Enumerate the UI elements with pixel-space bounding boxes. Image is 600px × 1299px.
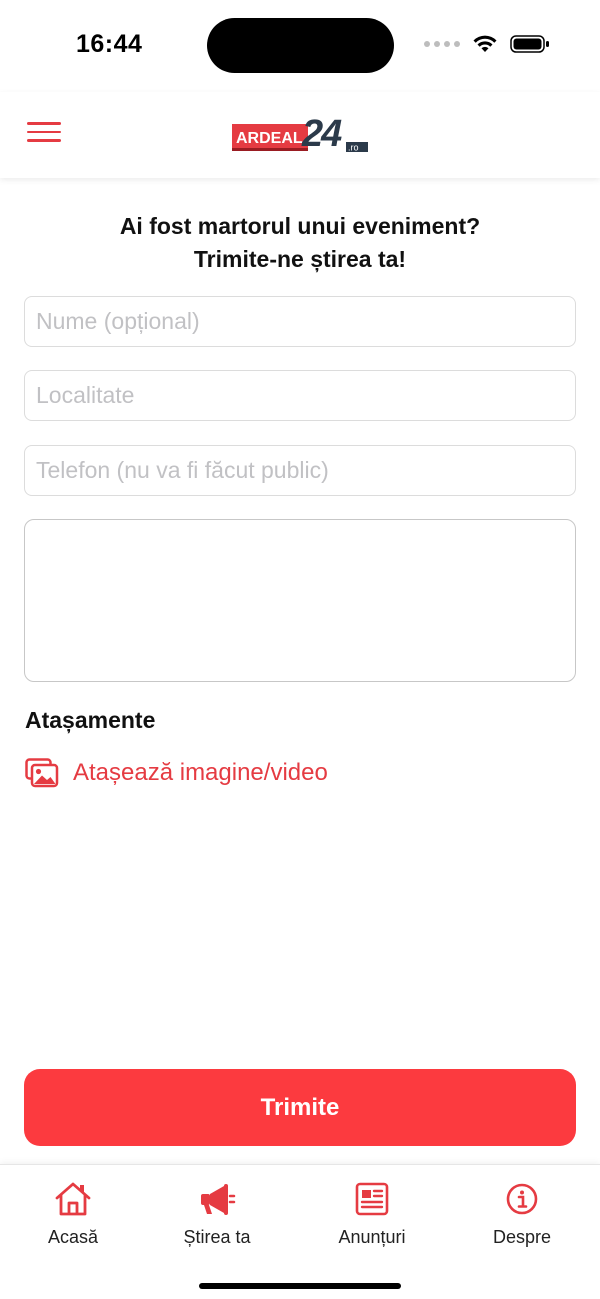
form-title: Ai fost martorul unui eveniment? Trimite… xyxy=(0,210,600,276)
status-icons xyxy=(424,34,550,54)
form-title-line2: Trimite-ne știrea ta! xyxy=(193,246,407,272)
tab-despre[interactable]: Despre xyxy=(447,1179,597,1248)
megaphone-icon xyxy=(197,1179,237,1219)
phone-input[interactable] xyxy=(24,445,576,496)
name-input[interactable] xyxy=(24,296,576,347)
logo-brand-text: ARDEAL xyxy=(236,130,303,147)
info-icon xyxy=(502,1179,542,1219)
tab-acasa[interactable]: Acasă xyxy=(0,1179,148,1248)
attach-media-label: Atașează imagine/video xyxy=(73,759,328,786)
home-icon xyxy=(53,1179,93,1219)
attachments-heading: Atașamente xyxy=(25,707,156,733)
newspaper-icon xyxy=(352,1179,392,1219)
form-title-line1: Ai fost martorul unui eveniment? xyxy=(119,213,481,239)
tab-acasa-label: Acasă xyxy=(47,1227,99,1247)
wifi-icon xyxy=(473,35,497,52)
tab-anunturi-label: Anunțuri xyxy=(338,1227,406,1247)
tab-stirea-ta[interactable]: Știrea ta xyxy=(142,1179,292,1248)
hamburger-menu-icon[interactable] xyxy=(27,122,61,146)
home-indicator xyxy=(199,1283,401,1289)
cellular-signal-icon xyxy=(424,41,460,47)
photo-gallery-icon xyxy=(25,758,59,788)
status-time: 16:44 xyxy=(76,30,143,58)
locality-input[interactable] xyxy=(24,370,576,421)
bottom-tab-bar: Acasă Știrea ta Anunțuri Despre xyxy=(0,1164,600,1299)
attach-media-button[interactable]: Atașează imagine/video xyxy=(25,758,328,788)
message-textarea[interactable] xyxy=(24,519,576,682)
logo-tld-text: .ro xyxy=(348,143,359,153)
tab-despre-label: Despre xyxy=(492,1227,552,1247)
logo-number-text: 24 xyxy=(301,113,342,155)
ardeal24-logo: ARDEAL 24 .ro xyxy=(232,113,368,155)
submit-button[interactable]: Trimite xyxy=(24,1069,576,1146)
dynamic-island xyxy=(207,18,394,73)
status-bar: 16:44 xyxy=(0,0,600,92)
battery-icon xyxy=(510,35,549,53)
tab-anunturi[interactable]: Anunțuri xyxy=(297,1179,447,1248)
tab-stirea-ta-label: Știrea ta xyxy=(183,1227,251,1247)
